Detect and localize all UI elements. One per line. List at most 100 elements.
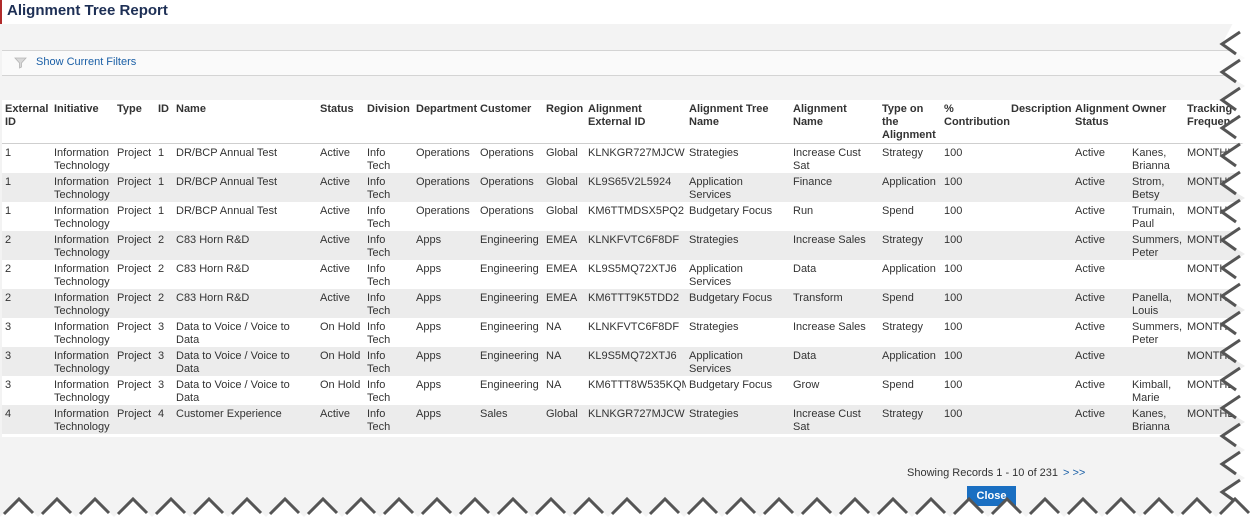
column-header[interactable]: Alignment Status [1072,100,1129,144]
table-cell [1008,347,1072,376]
table-cell: Summers, Peter [1129,231,1184,260]
table-cell: 2 [2,260,51,289]
table-cell: Spend [879,289,941,318]
column-header[interactable]: Owner [1129,100,1184,144]
table-cell: Active [1072,202,1129,231]
table-cell: DR/BCP Annual Test [173,143,317,173]
table-cell: 2 [155,289,173,318]
table-cell: Summers, Peter [1129,318,1184,347]
table-row[interactable]: 2 Information Technology Project 2 C83 Horn … [2,231,1245,260]
next-page-link[interactable]: > >> [1063,467,1085,479]
table-cell: Engineering [477,318,543,347]
column-header[interactable]: Region [543,100,585,144]
table-cell: Application Services [686,173,790,202]
table-cell: MONTHLY [1184,202,1245,231]
table-cell: Application [879,260,941,289]
table-cell: 3 [2,376,51,405]
table-header-row: External ID Initiative Type ID Name Status Div… [2,100,1245,144]
table-body: 1 Information Technology Project 1 DR/BCP An… [2,143,1245,434]
table-cell [1008,173,1072,202]
table-cell: 3 [2,318,51,347]
column-header[interactable]: Type on the Alignment [879,100,941,144]
column-header[interactable]: Alignment Tree Name [686,100,790,144]
table-cell: Strategy [879,231,941,260]
table-cell: Engineering [477,376,543,405]
column-header[interactable]: Customer [477,100,543,144]
table-row[interactable]: 3 Information Technology Project 3 Data to V… [2,318,1245,347]
table-row[interactable]: 2 Information Technology Project 2 C83 Horn … [2,260,1245,289]
column-header[interactable]: ID [155,100,173,144]
table-cell: Budgetary Focus [686,289,790,318]
column-header[interactable]: External ID [2,100,51,144]
table-cell: Engineering [477,260,543,289]
table-cell: Budgetary Focus [686,202,790,231]
filter-icon [14,57,27,69]
table-cell: Grow [790,376,879,405]
table-cell [1008,318,1072,347]
column-header[interactable]: Alignment Name [790,100,879,144]
table-row[interactable]: 1 Information Technology Project 1 DR/BCP An… [2,173,1245,202]
table-cell: Global [543,405,585,434]
table-cell: Project [114,173,155,202]
table-cell: 2 [155,260,173,289]
table-row[interactable]: 4 Information Technology Project 4 Customer … [2,405,1245,434]
table-cell: Information Technology [51,173,114,202]
table-cell: Info Tech [364,376,413,405]
table-cell: Apps [413,376,477,405]
show-current-filters-link[interactable]: Show Current Filters [36,56,136,68]
table-cell: Apps [413,289,477,318]
table-cell: Application [879,173,941,202]
table-cell [1008,231,1072,260]
table-cell: Increase Sales [790,231,879,260]
table-cell: Active [1072,318,1129,347]
table-cell: Strategies [686,143,790,173]
column-header[interactable]: Status [317,100,364,144]
table-row[interactable]: 1 Information Technology Project 1 DR/BCP An… [2,202,1245,231]
table-row[interactable]: 3 Information Technology Project 3 Data to V… [2,376,1245,405]
column-header[interactable]: Tracking Frequency [1184,100,1245,144]
table-cell: KLNKFVTC6F8DF [585,318,686,347]
table-cell: MONTHLY [1184,405,1245,434]
column-header[interactable]: Alignment External ID [585,100,686,144]
table-cell: 3 [155,376,173,405]
table-cell: 3 [155,347,173,376]
table-row[interactable]: 2 Information Technology Project 2 C83 Horn … [2,289,1245,318]
table-cell: Increase Sales [790,318,879,347]
table-cell: Info Tech [364,143,413,173]
table-cell: Information Technology [51,231,114,260]
table-cell: 100 [941,173,1008,202]
table-cell [1129,347,1184,376]
table-cell: 100 [941,347,1008,376]
table-cell: Active [1072,405,1129,434]
table-cell: Information Technology [51,318,114,347]
table-row[interactable]: 1 Information Technology Project 1 DR/BCP An… [2,143,1245,173]
table-cell: C83 Horn R&D [173,231,317,260]
table-cell: Kanes, Brianna [1129,405,1184,434]
table-cell: Information Technology [51,347,114,376]
table-cell [1129,260,1184,289]
table-cell: Info Tech [364,405,413,434]
table-cell: Apps [413,347,477,376]
table-cell [1008,202,1072,231]
close-button[interactable]: Close [967,486,1016,506]
table-cell: MONTHLY [1184,231,1245,260]
table-cell: KLNKGR727MJCW [585,405,686,434]
column-header[interactable]: Description [1008,100,1072,144]
column-header[interactable]: % Contribution [941,100,1010,144]
table-cell: Strategy [879,143,941,173]
table-cell: Active [317,231,364,260]
column-header[interactable]: Department [413,100,477,144]
table-cell: Budgetary Focus [686,376,790,405]
column-header[interactable]: Name [173,100,317,144]
table-cell: Apps [413,231,477,260]
column-header[interactable]: Initiative [51,100,114,144]
table-cell: 1 [155,173,173,202]
table-cell: Info Tech [364,202,413,231]
table-cell [1008,143,1072,173]
table-cell [1008,289,1072,318]
column-header[interactable]: Type [114,100,155,144]
table-row[interactable]: 3 Information Technology Project 3 Data to V… [2,347,1245,376]
column-header[interactable]: Division [364,100,413,144]
table-cell: MONTHLY [1184,143,1245,173]
table-cell: Project [114,202,155,231]
